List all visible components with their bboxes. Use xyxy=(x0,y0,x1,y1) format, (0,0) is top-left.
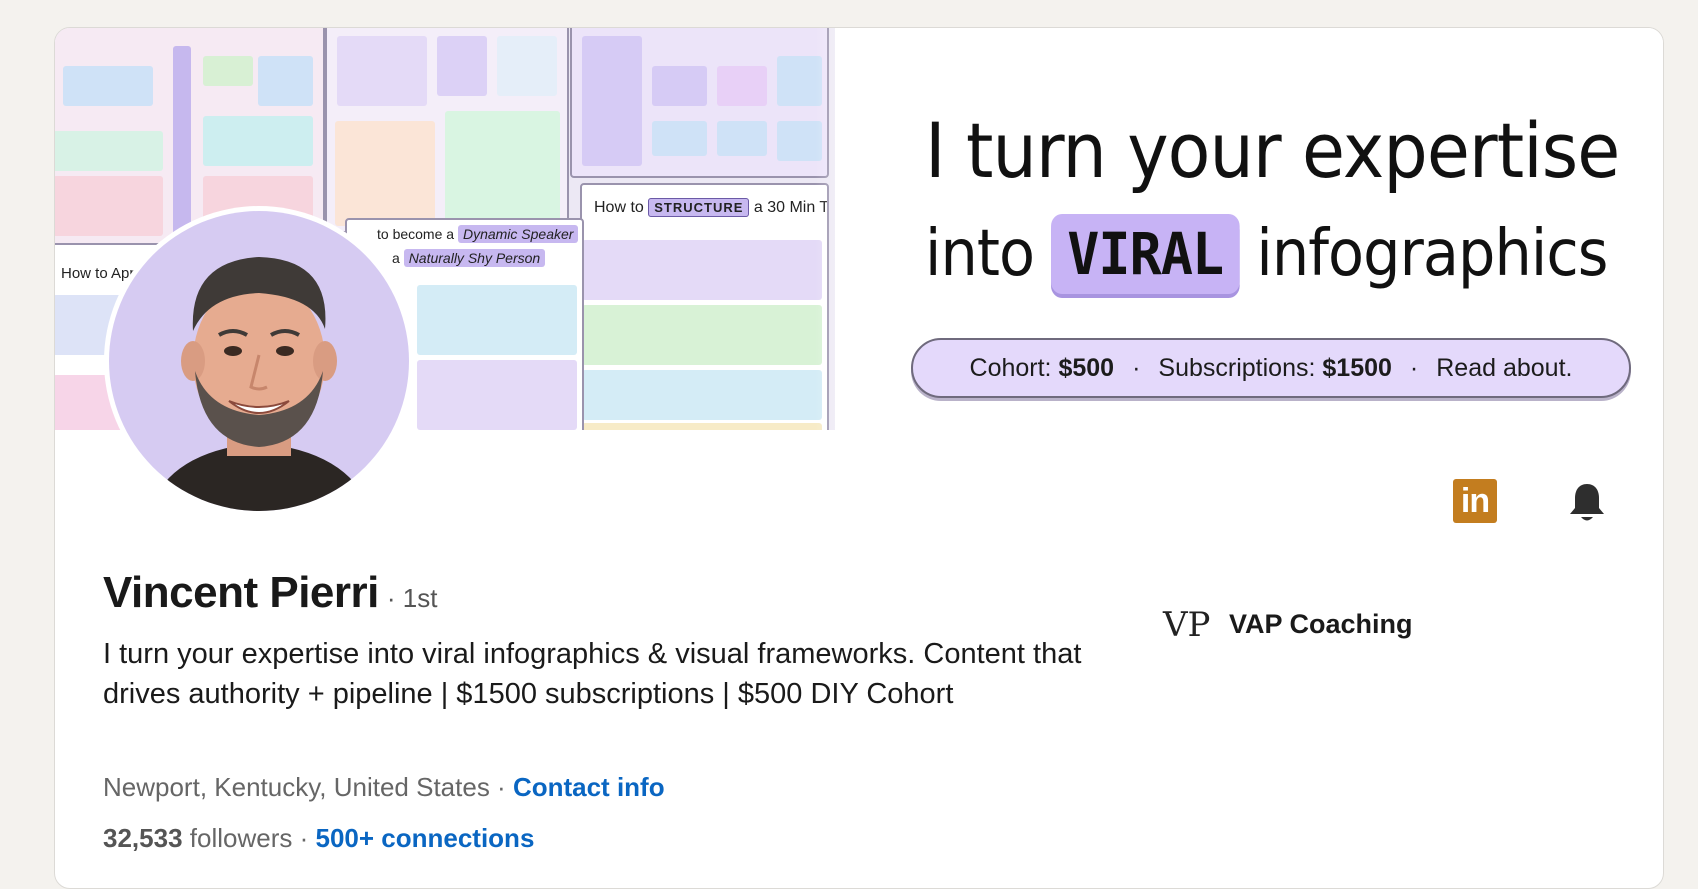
collage-sheet xyxy=(325,28,569,233)
connections-link[interactable]: 500+ connections xyxy=(315,823,534,853)
followers-count: 32,533 xyxy=(103,823,183,853)
profile-name: Vincent Pierri xyxy=(103,568,379,617)
collage-sheet xyxy=(570,28,829,178)
profile-location-row: Newport, Kentucky, United States · Conta… xyxy=(103,772,665,802)
profile-name-row: Vincent Pierri · 1st xyxy=(103,568,437,618)
person-portrait xyxy=(149,257,371,511)
banner-pricing-pill: Cohort: $500 · Subscriptions: $1500 · Re… xyxy=(911,338,1631,398)
banner-headline-line1: I turn your expertise xyxy=(925,106,1620,195)
svg-text:VP: VP xyxy=(1162,605,1210,645)
followers-label: followers xyxy=(189,823,293,853)
contact-info-link[interactable]: Contact info xyxy=(513,772,665,802)
profile-location: Newport, Kentucky, United States xyxy=(103,772,490,802)
connection-degree: · 1st xyxy=(386,583,438,613)
company-name: VAP Coaching xyxy=(1229,608,1413,639)
current-company[interactable]: VP VAP Coaching xyxy=(1159,600,1413,648)
profile-photo[interactable] xyxy=(104,206,414,516)
profile-stats-row: 32,533 followers · 500+ connections xyxy=(103,823,535,853)
bell-icon[interactable] xyxy=(1565,480,1609,524)
collage-sheet: How to STRUCTURE a 30 Min Talk xyxy=(580,183,829,430)
viral-highlight: VIRAL xyxy=(1050,214,1240,294)
linkedin-icon[interactable]: in xyxy=(1453,479,1497,523)
banner-hero: I turn your expertise into VIRAL infogra… xyxy=(905,76,1645,406)
banner-headline-line2: into VIRAL infographics xyxy=(925,214,1608,294)
avatar xyxy=(109,211,409,511)
profile-headline: I turn your expertise into viral infogra… xyxy=(103,638,1082,710)
company-logo: VP xyxy=(1162,605,1210,645)
profile-card: How to STRUCTURE a 30 Min Talk to become… xyxy=(54,27,1664,889)
